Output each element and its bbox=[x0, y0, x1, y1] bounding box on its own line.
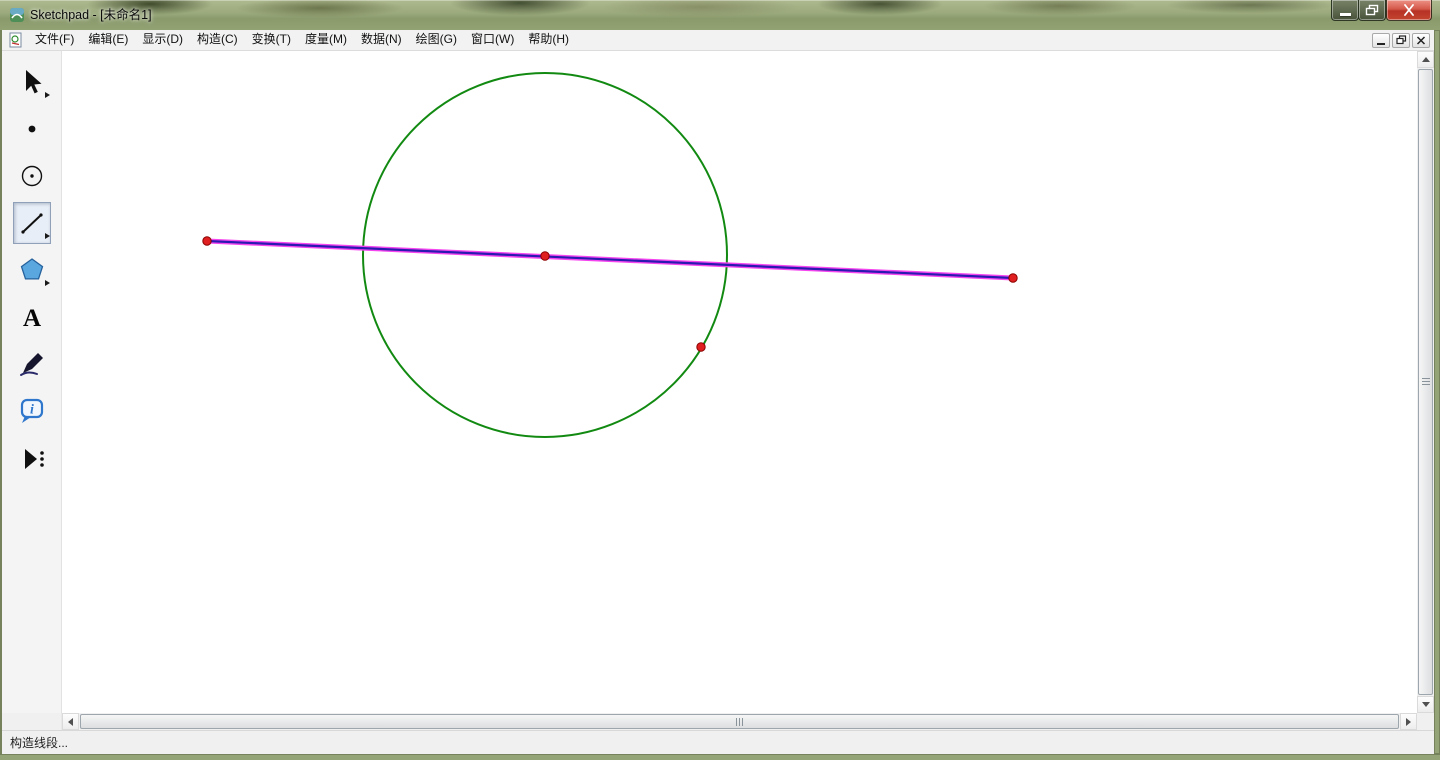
menu-item-help[interactable]: 帮助(H) bbox=[521, 30, 576, 50]
sketchpad-window: Sketchpad - [未命名1] bbox=[0, 0, 1440, 760]
polygon-tool[interactable] bbox=[13, 249, 51, 291]
menu-item-window[interactable]: 窗口(W) bbox=[464, 30, 521, 50]
geometry-segment[interactable] bbox=[207, 241, 1013, 278]
geometry-point[interactable] bbox=[541, 252, 549, 260]
information-icon: i bbox=[16, 394, 48, 428]
geometry-point[interactable] bbox=[203, 237, 211, 245]
scroll-up-button[interactable] bbox=[1417, 51, 1434, 68]
menu-item-measure[interactable]: 度量(M) bbox=[298, 30, 354, 50]
segment-tool[interactable] bbox=[13, 202, 51, 244]
selection-arrow-tool[interactable] bbox=[13, 61, 51, 103]
scroll-left-button[interactable] bbox=[62, 713, 79, 730]
titlebar[interactable]: Sketchpad - [未命名1] bbox=[0, 0, 1440, 30]
mdi-restore-icon bbox=[1396, 35, 1407, 45]
canvas[interactable] bbox=[62, 51, 1417, 713]
mdi-window-controls bbox=[1372, 33, 1434, 48]
menu-item-data[interactable]: 数据(N) bbox=[354, 30, 409, 50]
marker-icon bbox=[16, 348, 48, 380]
menu-item-graph[interactable]: 绘图(G) bbox=[409, 30, 464, 50]
vertical-scroll-thumb[interactable] bbox=[1418, 69, 1433, 695]
horizontal-scrollbar bbox=[62, 713, 1417, 730]
grip-icon bbox=[1422, 378, 1430, 386]
flyout-arrow-icon bbox=[45, 233, 50, 239]
right-arrow-icon bbox=[1406, 718, 1411, 726]
point-tool[interactable] bbox=[13, 108, 51, 150]
mdi-minimize-button[interactable] bbox=[1372, 33, 1390, 48]
information-tool[interactable]: i bbox=[13, 390, 51, 432]
menu-item-edit[interactable]: 编辑(E) bbox=[81, 30, 135, 50]
menu-item-construct[interactable]: 构造(C) bbox=[190, 30, 245, 50]
up-arrow-icon bbox=[1422, 57, 1430, 62]
down-arrow-icon bbox=[1422, 702, 1430, 707]
marker-tool[interactable] bbox=[13, 343, 51, 385]
minimize-icon bbox=[1340, 13, 1351, 16]
point-icon bbox=[16, 113, 48, 145]
close-button[interactable] bbox=[1386, 0, 1432, 21]
document-icon[interactable] bbox=[8, 32, 24, 48]
maximize-button[interactable] bbox=[1358, 0, 1386, 21]
restore-icon bbox=[1365, 4, 1379, 16]
scrollbar-left-spacer bbox=[2, 713, 62, 730]
text-tool[interactable]: A bbox=[13, 296, 51, 338]
flyout-arrow-icon bbox=[45, 92, 50, 98]
status-bar: 构造线段... bbox=[2, 730, 1434, 754]
geometry-layer bbox=[62, 51, 1417, 713]
toolbox: A i bbox=[2, 51, 62, 713]
horizontal-scroll-track[interactable] bbox=[79, 713, 1400, 730]
svg-text:i: i bbox=[30, 403, 34, 418]
grip-icon bbox=[736, 718, 744, 726]
selection-arrow-icon bbox=[16, 66, 48, 98]
minimize-button[interactable] bbox=[1331, 0, 1359, 21]
polygon-icon bbox=[16, 253, 48, 287]
mdi-restore-button[interactable] bbox=[1392, 33, 1410, 48]
status-text: 构造线段... bbox=[10, 734, 68, 751]
close-icon bbox=[1402, 4, 1416, 16]
menu-item-transform[interactable]: 变换(T) bbox=[245, 30, 298, 50]
mdi-close-button[interactable] bbox=[1412, 33, 1430, 48]
flyout-arrow-icon bbox=[45, 280, 50, 286]
custom-tool-icon bbox=[16, 442, 48, 474]
text-icon: A bbox=[16, 301, 48, 333]
vertical-scroll-track[interactable] bbox=[1417, 68, 1434, 696]
custom-tool[interactable] bbox=[13, 437, 51, 479]
mdi-close-icon bbox=[1416, 36, 1426, 45]
compass-tool[interactable] bbox=[13, 155, 51, 197]
app-icon bbox=[9, 7, 25, 23]
geometry-point[interactable] bbox=[1009, 274, 1017, 282]
scroll-right-button[interactable] bbox=[1400, 713, 1417, 730]
compass-circle-icon bbox=[16, 160, 48, 192]
horizontal-scrollbar-row bbox=[2, 713, 1434, 730]
window-border-right bbox=[1434, 30, 1440, 754]
left-arrow-icon bbox=[68, 718, 73, 726]
menubar: 文件(F) 编辑(E) 显示(D) 构造(C) 变换(T) 度量(M) 数据(N… bbox=[2, 30, 1434, 51]
horizontal-scroll-thumb[interactable] bbox=[80, 714, 1399, 729]
menu-item-file[interactable]: 文件(F) bbox=[28, 30, 81, 50]
geometry-point[interactable] bbox=[697, 343, 705, 351]
scrollbar-corner bbox=[1417, 713, 1434, 730]
menu-item-display[interactable]: 显示(D) bbox=[135, 30, 190, 50]
svg-text:A: A bbox=[22, 305, 40, 332]
window-title: Sketchpad - [未命名1] bbox=[30, 0, 152, 30]
window-border-bottom bbox=[0, 754, 1440, 760]
vertical-scrollbar bbox=[1417, 51, 1434, 713]
mdi-minimize-icon bbox=[1377, 43, 1385, 45]
scroll-down-button[interactable] bbox=[1417, 696, 1434, 713]
segment-icon bbox=[16, 207, 48, 239]
